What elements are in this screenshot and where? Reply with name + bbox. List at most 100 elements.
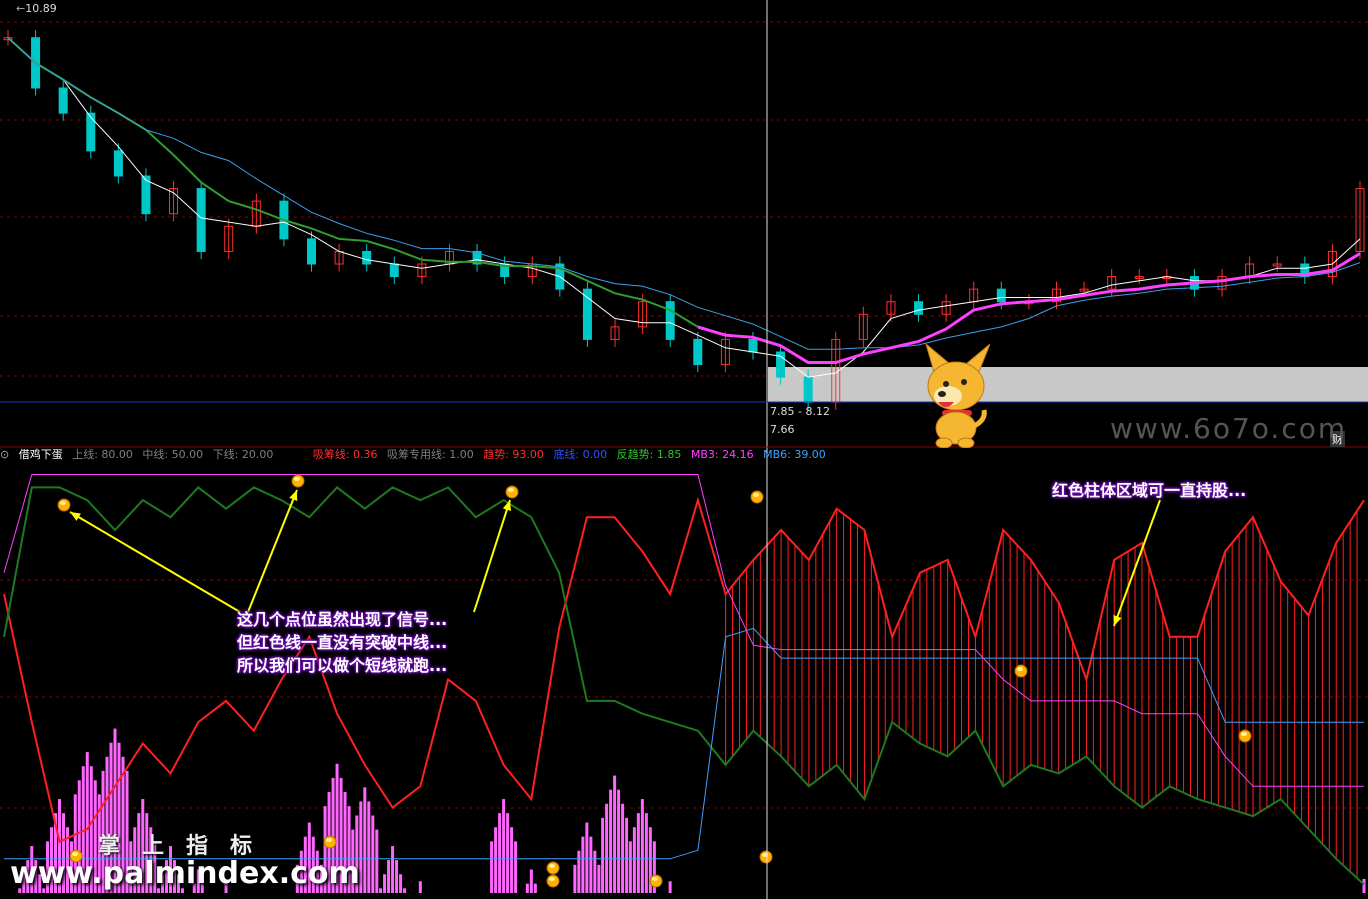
candle-body [196,188,206,252]
accumulation-bar [632,827,636,893]
signal-marker-icon [649,874,663,888]
candle-body [914,301,924,315]
accumulation-bar [628,841,632,893]
candle-body [362,250,372,265]
candle-body [582,288,592,340]
accumulation-bar [418,881,422,893]
accumulation-bar [502,799,506,893]
signal-marker-shine [753,493,759,497]
accumulation-bar [395,860,399,893]
accumulation-bar [529,869,533,893]
accumulation-bar [613,775,617,893]
accumulation-bar [494,827,498,893]
price-high-label: ←10.89 [16,2,57,15]
indicator-name[interactable]: 借鸡下蛋 [19,448,63,461]
price-range-label: 7.85 - 8.12 [770,405,830,418]
accumulation-bar [498,813,502,893]
accumulation-bar [636,813,640,893]
signal-marker-shine [294,477,300,481]
param-1: 中线: 50.00 [142,448,204,461]
accumulation-bar [644,813,648,893]
signal-marker-icon [1014,664,1028,678]
candle-body [748,338,758,353]
accumulation-bar [490,841,494,893]
candlesticks [3,30,1365,410]
accumulation-bar [625,817,629,893]
accumulation-bar [363,787,367,893]
param-4: 吸筹专用线: 1.00 [387,448,474,461]
accumulation-bar [375,829,379,893]
accumulation-bar [391,846,395,893]
param-3: 吸筹线: 0.36 [312,448,378,461]
accumulation-bar [387,860,391,893]
annotation-arrowhead [289,490,298,501]
accumulation-bar [1362,878,1366,893]
accumulation-bar [399,874,403,893]
signal-marker-icon [546,874,560,888]
accumulation-bar [581,836,585,893]
signal-marker-shine [1241,732,1247,736]
candle-body [58,87,68,114]
accumulation-bar [617,789,621,893]
accumulation-bar [573,864,577,893]
site-watermark: www.6o7o.com [1110,412,1348,445]
signal-markers [57,474,1252,888]
signal-marker-icon [759,850,773,864]
left-annotation-line-3: 所以我们可以做个短线就跑... [237,656,448,675]
accumulation-bar [525,883,529,893]
accumulation-bar [379,888,383,893]
accumulation-bar [605,803,609,893]
accumulation-bar [597,864,601,893]
accumulation-bar [640,799,644,893]
signal-marker-shine [60,501,66,505]
signal-marker-shine [549,877,555,881]
signal-marker-icon [1238,729,1252,743]
mb3-line [3,474,1364,787]
annotation-arrow [69,511,241,613]
accumulation-bar [371,815,375,893]
trend-hatch-bars [725,508,1358,879]
param-0: 上线: 80.00 [72,448,133,461]
param-6: 底线: 0.00 [553,448,608,461]
accumulation-bar [589,836,593,893]
accumulation-bar [621,803,625,893]
signal-marker-icon [57,498,71,512]
signal-marker-shine [508,488,514,492]
signal-marker-shine [549,864,555,868]
accumulation-bar [506,813,510,893]
left-annotation: 这几个点位虽然出现了信号... 但红色线一直没有突破中线... 所以我们可以做个… [237,608,447,677]
ma-green-line [7,36,699,328]
ma-short-line [7,37,1361,378]
moving-average-lines [7,36,1361,378]
signal-marker-shine [1017,667,1023,671]
param-9: MB6: 39.00 [763,448,826,461]
signal-marker-icon [323,835,337,849]
collapse-icon[interactable]: ⊙ [0,448,9,461]
signal-marker-shine [326,838,332,842]
dog-mascot-icon [920,340,991,449]
accumulation-bar [585,822,589,893]
signal-marker-icon [505,485,519,499]
accumulation-bar [383,874,387,893]
palmindex-url-watermark: www.palmindex.com [10,856,360,891]
indicator-header: ⊙ 借鸡下蛋 上线: 80.00 中线: 50.00 下线: 20.00 吸筹线… [0,447,832,463]
candle-body [307,238,317,265]
accumulation-bar [403,888,407,893]
accumulation-bar [510,827,514,893]
annotation-arrow [247,489,298,613]
signal-marker-icon [750,490,764,504]
accumulation-bar [577,850,581,893]
mb6-line [4,627,1364,860]
candle-body [693,338,703,366]
candle-body [665,301,675,340]
accumulation-bar [514,841,518,893]
param-7: 反趋势: 1.85 [616,448,682,461]
annotation-arrow [473,499,511,613]
trend-line [3,496,1365,844]
candle-body [803,376,813,403]
signal-marker-icon [546,861,560,875]
param-2: 下线: 20.00 [212,448,274,461]
price-highlight-band [768,367,1368,402]
annotation-arrowhead [1113,615,1122,626]
param-8: MB3: 24.16 [690,448,754,461]
